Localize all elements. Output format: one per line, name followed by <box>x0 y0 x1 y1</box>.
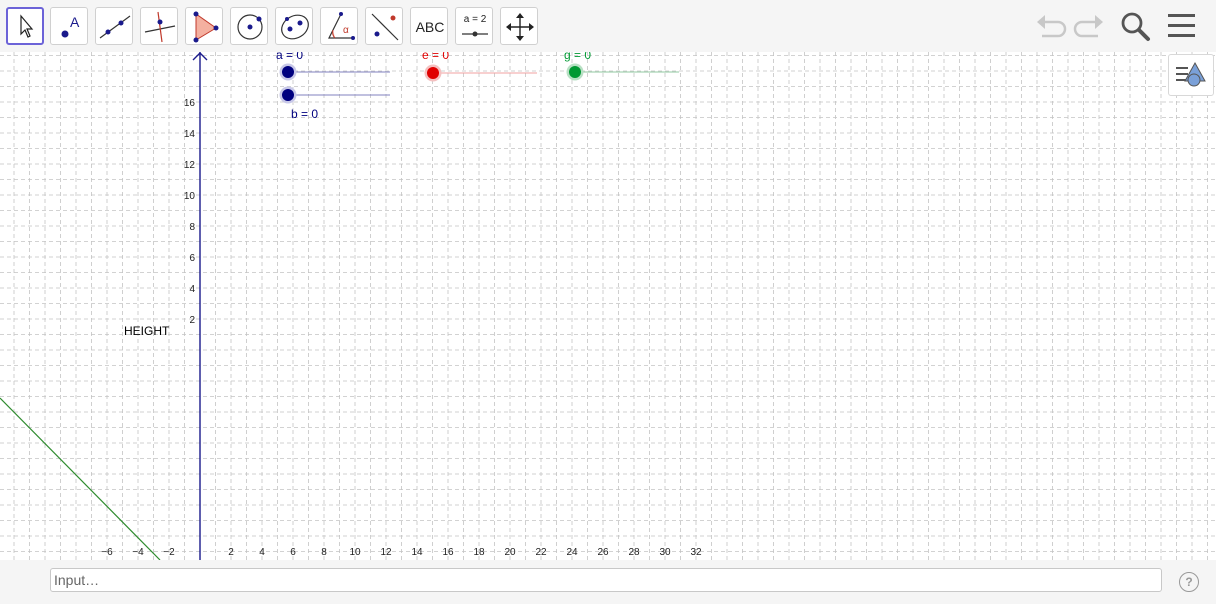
x-tick-label: 32 <box>690 547 702 558</box>
move-tool-button[interactable] <box>6 7 44 45</box>
angle-tool-button[interactable]: α <box>320 7 358 45</box>
reflect-icon <box>371 13 399 41</box>
slider-e[interactable]: e = 0 <box>422 52 537 82</box>
toolbar: A α ABC a = 2 <box>0 0 1216 52</box>
x-tick-label: 8 <box>321 547 327 558</box>
input-bar-area: Input… ? <box>0 560 1216 604</box>
x-tick-label: 28 <box>628 547 640 558</box>
slider-a-handle[interactable] <box>282 66 294 78</box>
height-text[interactable]: HEIGHT <box>124 324 170 338</box>
x-tick-label: 30 <box>659 547 671 558</box>
search-icon[interactable] <box>1118 10 1152 42</box>
slider-g-label: g = 0 <box>564 52 591 62</box>
menu-icon[interactable] <box>1166 10 1198 42</box>
style-bar-toggle[interactable] <box>1168 54 1214 96</box>
slider-g[interactable]: g = 0 <box>564 52 679 81</box>
y-tick-label: 2 <box>189 315 195 326</box>
x-tick-label: 16 <box>442 547 454 558</box>
svg-text:A: A <box>70 14 80 30</box>
y-tick-label: 16 <box>184 98 196 109</box>
graphics-view[interactable]: −6 −4 −2 2 4 6 8 10 12 14 16 18 20 22 24 26 28 30 32 24681… <box>0 52 1216 560</box>
circle-tool-button[interactable] <box>230 7 268 45</box>
y-tick-label: 14 <box>184 129 196 140</box>
circle-icon <box>237 14 263 40</box>
x-tick-label: 26 <box>597 547 609 558</box>
slider-icon <box>462 31 488 37</box>
x-tick-label: −2 <box>163 547 175 558</box>
cursor-arrow-icon <box>20 14 34 38</box>
x-tick-label: 18 <box>473 547 485 558</box>
text-tool-button[interactable]: ABC <box>410 7 448 45</box>
polygon-icon <box>193 11 219 43</box>
slider-b-label: b = 0 <box>291 107 318 121</box>
reflect-tool-button[interactable] <box>365 7 403 45</box>
y-tick-label: 6 <box>189 253 195 264</box>
point-icon: A <box>61 14 80 38</box>
x-tick-label: 10 <box>349 547 361 558</box>
line-icon <box>99 15 131 39</box>
grid <box>0 52 1216 560</box>
y-tick-label: 10 <box>184 191 196 202</box>
x-tick-label: 4 <box>259 547 265 558</box>
slider-b[interactable]: b = 0 <box>279 86 391 122</box>
move-arrows-icon <box>506 13 534 41</box>
angle-icon: α <box>328 12 355 40</box>
perpendicular-icon <box>144 11 176 43</box>
y-tick-label: 8 <box>189 222 195 233</box>
conic-tool-button[interactable] <box>275 7 313 45</box>
slider-g-handle[interactable] <box>569 66 581 78</box>
move-graphics-view-tool-button[interactable] <box>500 7 538 45</box>
slider-e-handle[interactable] <box>427 67 439 79</box>
polygon-tool-button[interactable] <box>185 7 223 45</box>
x-tick-label: 20 <box>504 547 516 558</box>
x-tick-label: 14 <box>411 547 423 558</box>
text-tool-label: ABC <box>415 19 445 35</box>
x-tick-label: 22 <box>535 547 547 558</box>
slider-tool-button[interactable]: a = 2 <box>455 7 493 45</box>
slider-b-handle[interactable] <box>282 89 294 101</box>
x-tick-label: −6 <box>101 547 113 558</box>
x-tick-label: −4 <box>132 547 144 558</box>
slider-a-label: a = 0 <box>276 52 303 62</box>
y-axis-ticks: 2 4 6 8 10 12 14 16 <box>184 98 196 326</box>
ellipse-icon <box>281 14 309 40</box>
redo-icon[interactable] <box>1072 10 1106 42</box>
line-tool-button[interactable] <box>95 7 133 45</box>
point-tool-button[interactable]: A <box>50 7 88 45</box>
help-icon[interactable]: ? <box>1179 572 1199 592</box>
svg-text:α: α <box>343 25 349 36</box>
y-tick-label: 4 <box>189 284 195 295</box>
slider-a[interactable]: a = 0 <box>276 52 390 81</box>
y-tick-label: 12 <box>184 160 196 171</box>
x-tick-label: 6 <box>290 547 296 558</box>
style-bar-icon <box>1176 61 1206 87</box>
x-tick-label: 12 <box>380 547 392 558</box>
x-tick-label: 24 <box>566 547 578 558</box>
perpendicular-line-tool-button[interactable] <box>140 7 178 45</box>
x-tick-label: 2 <box>228 547 234 558</box>
undo-icon[interactable] <box>1034 10 1068 42</box>
algebra-input[interactable]: Input… <box>50 568 1162 592</box>
slider-e-label: e = 0 <box>422 52 449 62</box>
